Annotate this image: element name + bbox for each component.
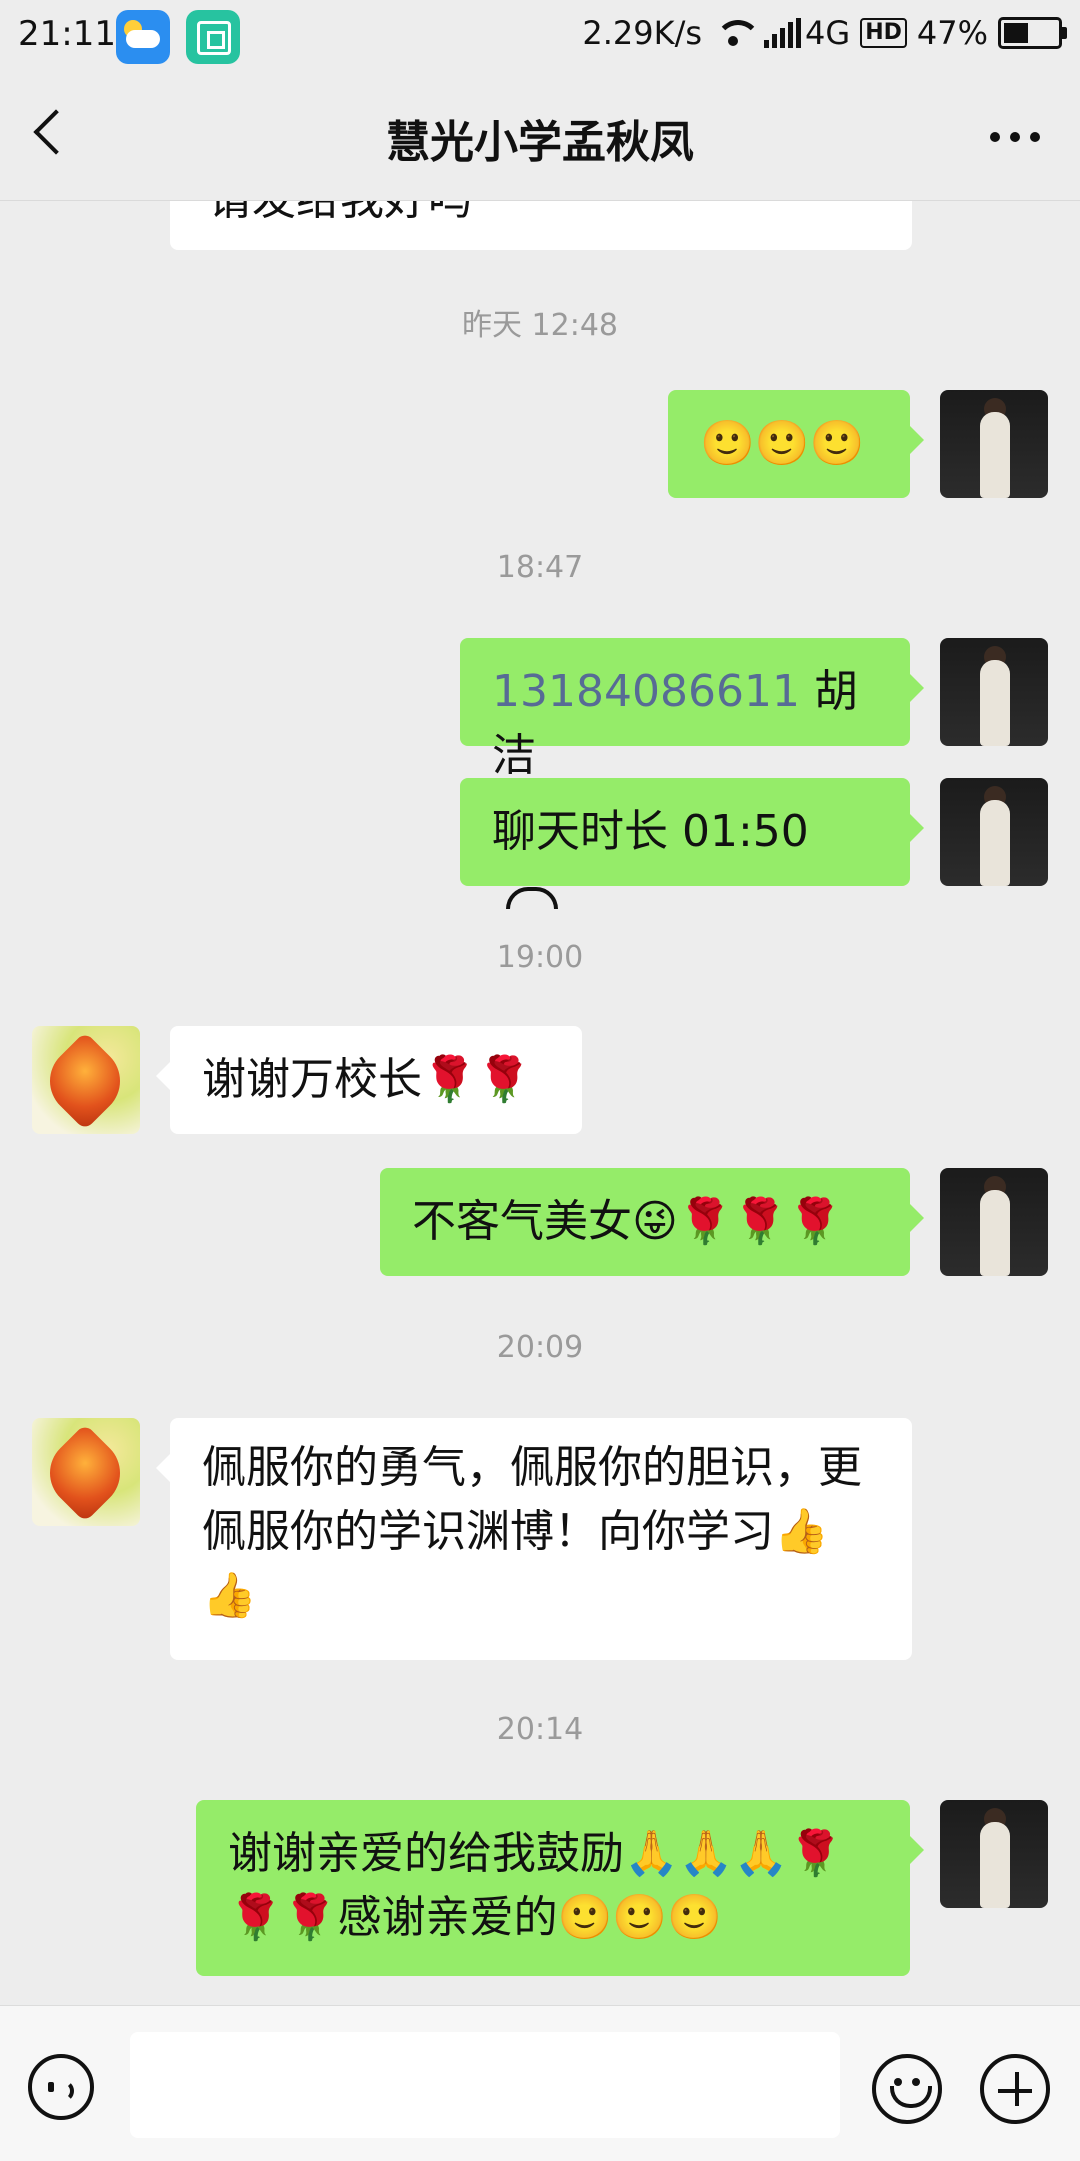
battery-icon [998,17,1067,49]
contact-avatar[interactable] [32,1418,140,1526]
status-time: 21:11 [18,14,116,54]
message-bubble-incoming[interactable]: 佩服你的勇气，佩服你的胆识，更佩服你的学识渊博！向你学习👍👍 [156,1418,912,1660]
weather-app-icon [116,10,170,64]
contact-avatar[interactable] [32,1026,140,1134]
more-dots-icon[interactable] [990,132,1040,142]
scan-app-icon [186,10,240,64]
chat-title: 慧光小学孟秋凤 [386,117,694,168]
my-avatar[interactable] [940,778,1048,886]
my-avatar[interactable] [940,638,1048,746]
message-bubble-outgoing[interactable]: 🙂🙂🙂 [668,390,924,498]
message-bubble-incoming[interactable]: 谢谢万校长🌹🌹 [156,1026,582,1134]
timestamp: 18:47 [496,550,584,585]
status-bar: 21:11 2.29K/s 4G HD 47% [0,0,1080,72]
message-input[interactable] [130,2032,840,2138]
call-record-bubble[interactable]: 聊天时长 01:50 [460,778,924,909]
timestamp: 20:14 [496,1712,584,1747]
chat-area[interactable]: 请发给我好吗 昨天 12:48 🙂🙂🙂 18:47 13184086611 胡洁… [0,200,1080,2005]
message-bubble-outgoing[interactable]: 13184086611 胡洁 [460,638,924,781]
network-type: 4G [805,14,851,52]
battery-fill [1004,23,1028,43]
wifi-icon [712,18,762,48]
phone-hangup-icon [506,887,558,909]
signal-icon [764,18,802,48]
timestamp: 20:09 [496,1330,584,1365]
my-avatar[interactable] [940,1800,1048,1908]
message-bubble-outgoing[interactable]: 不客气美女😜🌹🌹🌹 [380,1168,924,1276]
phone-number-link[interactable]: 13184086611 [492,666,800,717]
plus-icon[interactable] [980,2054,1050,2124]
message-bubble-outgoing[interactable]: 谢谢亲爱的给我鼓励🙏🙏🙏🌹🌹🌹感谢亲爱的🙂🙂🙂 [196,1800,924,1976]
chat-header: 慧光小学孟秋凤 [0,72,1080,201]
status-right: 2.29K/s 4G HD 47% [582,14,1067,52]
voice-icon[interactable] [28,2054,94,2120]
net-speed: 2.29K/s [582,14,703,52]
input-bar [0,2005,1080,2161]
emoji-icon[interactable] [872,2054,942,2124]
timestamp: 昨天 12:48 [462,308,618,343]
hd-badge: HD [860,18,907,48]
battery-percent: 47% [916,14,988,52]
message-bubble-partial[interactable]: 请发给我好吗 [170,200,912,250]
my-avatar[interactable] [940,1168,1048,1276]
timestamp: 19:00 [496,940,584,975]
my-avatar[interactable] [940,390,1048,498]
